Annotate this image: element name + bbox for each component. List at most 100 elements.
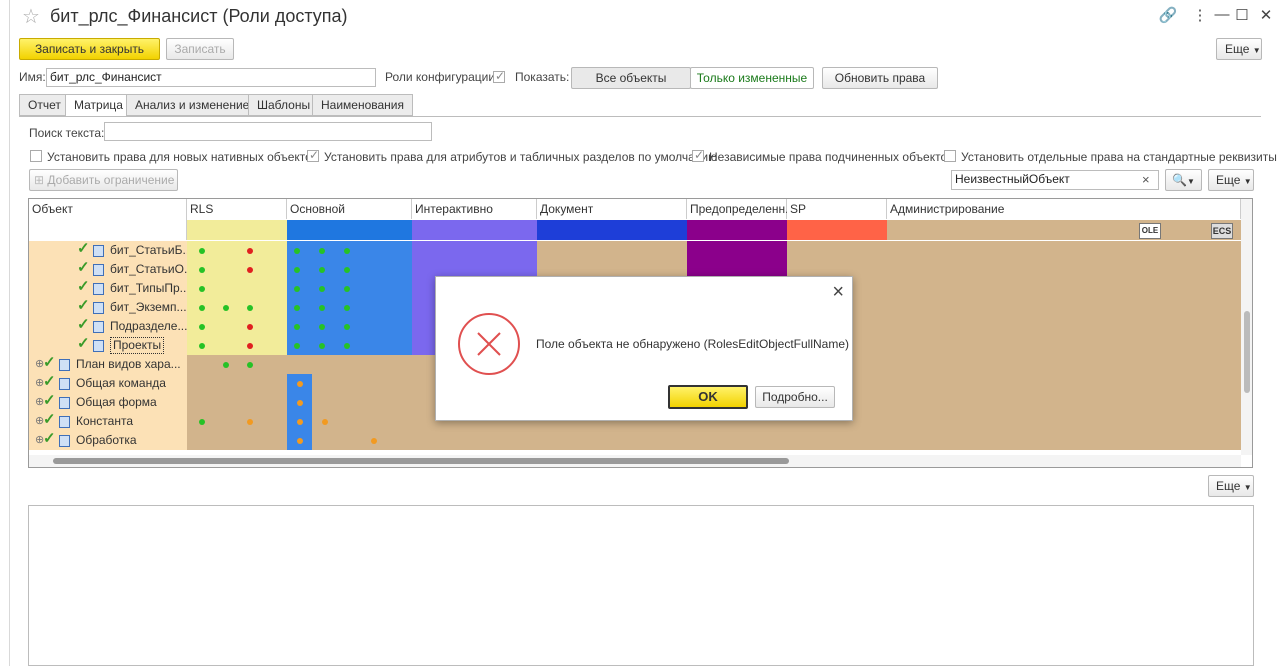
row-object-name[interactable]: ✓ бит_ТипыПр... xyxy=(29,279,187,298)
permission-dot[interactable] xyxy=(199,419,205,425)
permission-dot[interactable] xyxy=(344,248,350,254)
permission-dot[interactable] xyxy=(319,248,325,254)
option-independent-checkbox[interactable] xyxy=(692,148,704,162)
rights-cell[interactable] xyxy=(787,241,1241,260)
clear-filter-icon[interactable]: × xyxy=(1142,172,1150,187)
rights-cell[interactable] xyxy=(787,374,1241,393)
grid-more-button[interactable]: Еще ▼ xyxy=(1208,169,1254,191)
permission-dot[interactable] xyxy=(297,400,303,406)
search-input[interactable] xyxy=(104,122,432,141)
permission-dot[interactable] xyxy=(199,267,205,273)
rights-cell[interactable] xyxy=(787,279,1241,298)
rights-cell[interactable] xyxy=(787,298,1241,317)
rights-cell[interactable] xyxy=(787,260,1241,279)
permission-dot[interactable] xyxy=(297,438,303,444)
rights-cell[interactable] xyxy=(787,431,1241,450)
permission-dot[interactable] xyxy=(247,248,253,254)
permission-dot[interactable] xyxy=(319,324,325,330)
permission-dot[interactable] xyxy=(297,419,303,425)
rights-cell[interactable] xyxy=(412,431,537,450)
row-object-name[interactable]: ⊕ ✓ План видов хара... xyxy=(29,355,187,374)
permission-dot[interactable] xyxy=(344,305,350,311)
tab-templates[interactable]: Шаблоны xyxy=(248,94,320,116)
add-restriction-button[interactable]: ⊞ Добавить ограничение xyxy=(29,169,178,191)
row-object-name[interactable]: ⊕ ✓ Константа xyxy=(29,412,187,431)
rights-cell[interactable] xyxy=(537,431,687,450)
permission-dot[interactable] xyxy=(294,324,300,330)
row-object-name[interactable]: ⊕ ✓ Обработка xyxy=(29,431,187,450)
row-object-name[interactable]: ✓ Проекты xyxy=(29,336,187,355)
permission-dot[interactable] xyxy=(294,248,300,254)
row-object-name[interactable]: ✓ Подразделе... xyxy=(29,317,187,336)
update-rights-button[interactable]: Обновить права xyxy=(822,67,938,89)
group-header-predefined[interactable]: Предопределенн... xyxy=(687,199,795,219)
document-icons[interactable] xyxy=(537,220,687,240)
ole-icon[interactable]: OLE xyxy=(1139,223,1161,239)
group-header-interactive[interactable]: Интерактивно xyxy=(412,199,537,219)
name-field[interactable]: бит_рлс_Финансист xyxy=(46,68,376,87)
rights-cell[interactable] xyxy=(787,412,1241,431)
permission-dot[interactable] xyxy=(371,438,377,444)
config-roles-checkbox[interactable] xyxy=(493,69,505,83)
option-attributes-checkbox[interactable] xyxy=(307,148,319,162)
row-object-name[interactable]: ✓ бит_Экземп... xyxy=(29,298,187,317)
permission-dot[interactable] xyxy=(247,305,253,311)
rights-cell[interactable] xyxy=(687,431,787,450)
permission-dot[interactable] xyxy=(247,324,253,330)
permission-dot[interactable] xyxy=(247,343,253,349)
object-filter-field[interactable]: НеизвестныйОбъект xyxy=(951,170,1159,190)
rights-cell[interactable] xyxy=(187,355,287,374)
ok-button[interactable]: OK xyxy=(668,385,748,409)
permission-dot[interactable] xyxy=(322,419,328,425)
permission-dot[interactable] xyxy=(223,362,229,368)
rights-cell[interactable] xyxy=(787,336,1241,355)
permission-dot[interactable] xyxy=(247,362,253,368)
permission-dot[interactable] xyxy=(319,286,325,292)
tab-matrix[interactable]: Матрица xyxy=(65,94,132,117)
permission-dot[interactable] xyxy=(344,324,350,330)
permission-dot[interactable] xyxy=(199,286,205,292)
rights-cell[interactable] xyxy=(537,241,687,260)
permission-dot[interactable] xyxy=(344,343,350,349)
link-icon[interactable]: 🔗 xyxy=(1158,6,1178,24)
permission-dot[interactable] xyxy=(294,305,300,311)
show-changed-button[interactable]: Только измененные xyxy=(690,67,814,89)
option-standard-attrs-checkbox[interactable] xyxy=(944,150,956,162)
more-vert-icon[interactable]: ⋮ xyxy=(1190,6,1210,24)
permission-dot[interactable] xyxy=(297,381,303,387)
rights-cell[interactable] xyxy=(287,355,412,374)
permission-dot[interactable] xyxy=(199,324,205,330)
predefined-icons[interactable] xyxy=(687,220,787,240)
more-button[interactable]: Еще ▼ xyxy=(1216,38,1262,60)
permission-dot[interactable] xyxy=(319,343,325,349)
horizontal-scrollbar[interactable] xyxy=(29,455,1241,467)
details-panel[interactable] xyxy=(28,505,1254,666)
permission-dot[interactable] xyxy=(294,286,300,292)
rls-icons[interactable] xyxy=(187,220,287,240)
vertical-scrollbar[interactable] xyxy=(1241,199,1252,455)
rights-cell[interactable] xyxy=(187,374,287,393)
maximize-icon[interactable]: ☐ xyxy=(1232,6,1252,24)
search-dropdown-button[interactable]: 🔍▼ xyxy=(1165,169,1202,191)
horizontal-scroll-thumb[interactable] xyxy=(53,458,789,464)
dialog-close-icon[interactable]: × xyxy=(832,281,844,303)
vertical-scroll-thumb[interactable] xyxy=(1244,311,1250,393)
rights-cell[interactable] xyxy=(787,355,1241,374)
permission-dot[interactable] xyxy=(294,343,300,349)
rights-cell[interactable] xyxy=(187,431,287,450)
rights-cell[interactable] xyxy=(787,317,1241,336)
group-header-document[interactable]: Документ xyxy=(537,199,687,219)
save-button[interactable]: Записать xyxy=(166,38,234,60)
basic-icons[interactable] xyxy=(287,220,412,240)
group-header-admin[interactable]: Администрирование xyxy=(887,199,1241,219)
permission-dot[interactable] xyxy=(319,305,325,311)
bottom-more-button[interactable]: Еще ▼ xyxy=(1208,475,1254,497)
group-header-sp[interactable]: SP xyxy=(787,199,887,219)
tab-report[interactable]: Отчет xyxy=(19,94,70,116)
interactive-icons[interactable] xyxy=(412,220,537,240)
permission-dot[interactable] xyxy=(199,343,205,349)
row-object-name[interactable]: ✓ бит_СтатьиБ... xyxy=(29,241,187,260)
close-icon[interactable]: ✕ xyxy=(1256,6,1276,24)
permission-dot[interactable] xyxy=(319,267,325,273)
object-column-header[interactable]: Объект xyxy=(29,199,187,240)
